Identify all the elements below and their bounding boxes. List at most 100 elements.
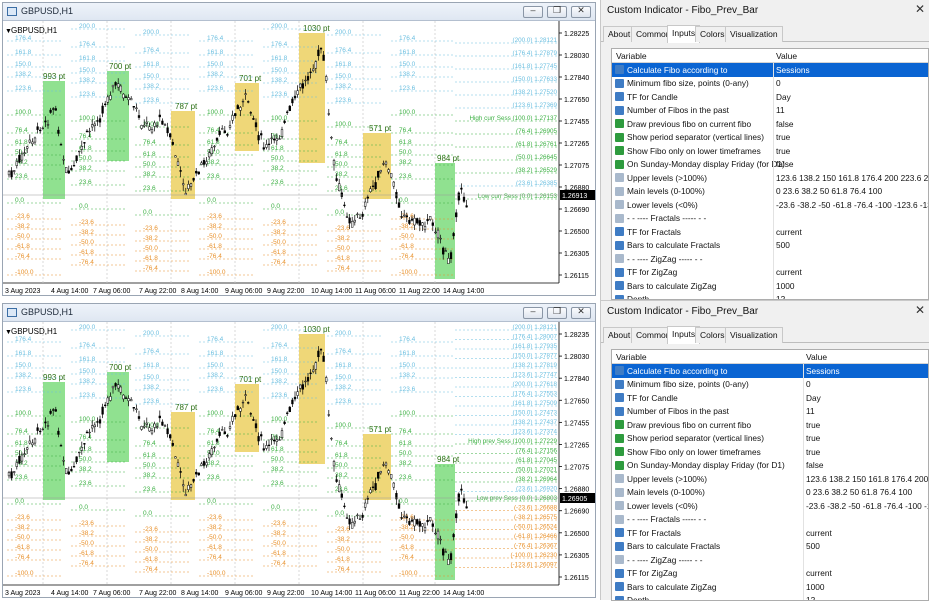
param-row[interactable]: Minimum fibo size, points (0-any)0 (612, 77, 928, 91)
chart-window-top[interactable]: GBPUSD,H1 – ❐ ✕ GBPUSD,H1▼1.282251.28030… (2, 2, 596, 296)
param-row[interactable]: Show Fibo only on lower timeframestrue (612, 445, 928, 459)
param-row[interactable]: Bars to calculate ZigZag1000 (612, 580, 928, 594)
chart-window-bottom[interactable]: GBPUSD,H1 – ❐ ✕ GBPUSD,H1▼1.282351.28030… (2, 303, 596, 598)
param-value[interactable]: true (806, 447, 820, 457)
param-value[interactable]: 11 (806, 406, 815, 416)
param-value[interactable]: 0 23.6 38.2 50 61.8 76.4 100 (776, 186, 882, 196)
candle-body (419, 220, 421, 225)
param-row[interactable]: - - ---- ZigZag ----- - - (612, 252, 928, 266)
param-row[interactable]: On Sunday-Monday display Friday (for D1)… (612, 158, 928, 172)
param-row[interactable]: Calculate Fibo according toSessions (612, 63, 928, 77)
inputs-table[interactable]: Variable Value Calculate Fibo according … (611, 48, 929, 300)
param-value[interactable]: false (776, 119, 794, 129)
chart-canvas[interactable]: GBPUSD,H1▼1.282351.280301.278401.276501.… (3, 322, 596, 598)
close-icon[interactable]: ✕ (915, 2, 925, 16)
restore-button[interactable]: ❐ (547, 6, 567, 18)
fibo-level-label: 123.6 (79, 91, 96, 98)
param-row[interactable]: Main levels (0-100%)0 23.6 38.2 50 61.8 … (612, 486, 928, 500)
param-value[interactable]: 1000 (806, 582, 824, 592)
minimize-button[interactable]: – (523, 6, 543, 18)
param-row[interactable]: - - ---- Fractals ----- - - (612, 212, 928, 226)
param-row[interactable]: Number of Fibos in the past11 (612, 405, 928, 419)
param-value[interactable]: current (806, 568, 832, 578)
param-value[interactable]: true (776, 146, 790, 156)
param-row[interactable]: Show period separator (vertical lines)tr… (612, 432, 928, 446)
candle-body (388, 471, 390, 473)
param-row[interactable]: TF for ZigZagcurrent (612, 567, 928, 581)
param-value[interactable]: Sessions (776, 65, 810, 75)
param-value[interactable]: current (776, 267, 802, 277)
chart-canvas[interactable]: GBPUSD,H1▼1.282251.280301.278401.276501.… (3, 21, 596, 296)
param-row[interactable]: TF for CandleDay (612, 90, 928, 104)
param-row[interactable]: Lower levels (<0%)-23.6 -38.2 -50 -61.8 … (612, 198, 928, 212)
inputs-table[interactable]: Variable Value Calculate Fibo according … (611, 349, 929, 601)
param-value[interactable]: 0 (806, 379, 811, 389)
param-value[interactable]: 0 23.6 38.2 50 61.8 76.4 100 (806, 487, 912, 497)
param-row[interactable]: Draw previous fibo on current fibotrue (612, 418, 928, 432)
param-row[interactable]: TF for ZigZagcurrent (612, 266, 928, 280)
param-value[interactable]: current (806, 528, 832, 538)
param-value[interactable]: -23.6 -38.2 -50 -61.8 -76.4 -100 -123.6 … (776, 200, 929, 210)
param-row[interactable]: Number of Fibos in the past11 (612, 104, 928, 118)
chart-titlebar[interactable]: GBPUSD,H1 – ❐ ✕ (3, 304, 595, 322)
param-value[interactable]: true (776, 132, 790, 142)
param-row[interactable]: Bars to calculate ZigZag1000 (612, 279, 928, 293)
column-variable[interactable]: Variable (616, 352, 647, 362)
param-value[interactable]: 123.6 138.2 150 161.8 176.4 200 223.6 23… (806, 474, 929, 484)
chart-titlebar[interactable]: GBPUSD,H1 – ❐ ✕ (3, 3, 595, 21)
minimize-button[interactable]: – (523, 307, 543, 319)
param-value[interactable]: 11 (776, 105, 785, 115)
fibo-level-label: -38.2 (15, 524, 30, 531)
param-row[interactable]: Upper levels (>100%)123.6 138.2 150 161.… (612, 472, 928, 486)
param-row[interactable]: TF for Fractalscurrent (612, 225, 928, 239)
param-row[interactable]: TF for CandleDay (612, 391, 928, 405)
price-chart[interactable]: GBPUSD,H1▼1.282251.280301.278401.276501.… (3, 21, 595, 295)
tab-visualization[interactable]: Visualization (725, 26, 783, 42)
param-value[interactable]: 123.6 138.2 150 161.8 176.4 200 223.6 23… (776, 173, 929, 183)
param-row[interactable]: - - ---- ZigZag ----- - - (612, 553, 928, 567)
param-row[interactable]: Show Fibo only on lower timeframestrue (612, 144, 928, 158)
param-value[interactable]: false (806, 460, 824, 470)
price-chart[interactable]: GBPUSD,H1▼1.282351.280301.278401.276501.… (3, 322, 595, 597)
param-value[interactable]: current (776, 227, 802, 237)
param-row[interactable]: Calculate Fibo according toSessions (612, 364, 928, 378)
param-value[interactable]: 500 (776, 240, 790, 250)
tab-visualization[interactable]: Visualization (725, 327, 783, 343)
param-value[interactable]: false (776, 159, 794, 169)
param-value[interactable]: Sessions (806, 366, 840, 376)
param-value[interactable]: Day (776, 92, 791, 102)
param-value[interactable]: true (806, 433, 820, 443)
close-icon[interactable]: ✕ (915, 303, 925, 317)
fibo-level-label: 200.0 (271, 324, 288, 331)
param-row[interactable]: TF for Fractalscurrent (612, 526, 928, 540)
candle-body (16, 161, 18, 165)
param-row[interactable]: On Sunday-Monday display Friday (for D1)… (612, 459, 928, 473)
param-row[interactable]: Upper levels (>100%)123.6 138.2 150 161.… (612, 171, 928, 185)
param-value[interactable]: -23.6 -38.2 -50 -61.8 -76.4 -100 -123.6 … (806, 501, 929, 511)
param-value[interactable]: 12 (806, 595, 815, 601)
param-row[interactable]: Bars to calculate Fractals500 (612, 239, 928, 253)
column-variable[interactable]: Variable (616, 51, 647, 61)
param-value[interactable]: 500 (806, 541, 820, 551)
param-row[interactable]: Show period separator (vertical lines)tr… (612, 131, 928, 145)
param-row[interactable]: Main levels (0-100%)0 23.6 38.2 50 61.8 … (612, 185, 928, 199)
param-row[interactable]: Bars to calculate Fractals500 (612, 540, 928, 554)
param-row[interactable]: Draw previous fibo on current fibofalse (612, 117, 928, 131)
param-value[interactable]: 0 (776, 78, 781, 88)
param-value[interactable]: 1000 (776, 281, 794, 291)
restore-button[interactable]: ❐ (547, 307, 567, 319)
column-value[interactable]: Value (776, 51, 797, 61)
close-button[interactable]: ✕ (571, 6, 591, 18)
param-row[interactable]: Lower levels (<0%)-23.6 -38.2 -50 -61.8 … (612, 499, 928, 513)
param-row[interactable]: - - ---- Fractals ----- - - (612, 513, 928, 527)
param-row[interactable]: Minimum fibo size, points (0-any)0 (612, 378, 928, 392)
param-row[interactable]: Depth12 (612, 293, 928, 301)
candle-body (437, 230, 439, 238)
param-value[interactable]: true (806, 420, 820, 430)
candle-body (297, 91, 299, 95)
column-divider (773, 239, 774, 253)
fibo-level-label: -100.0 (399, 269, 418, 276)
column-value[interactable]: Value (806, 352, 827, 362)
close-button[interactable]: ✕ (571, 307, 591, 319)
param-value[interactable]: Day (806, 393, 821, 403)
